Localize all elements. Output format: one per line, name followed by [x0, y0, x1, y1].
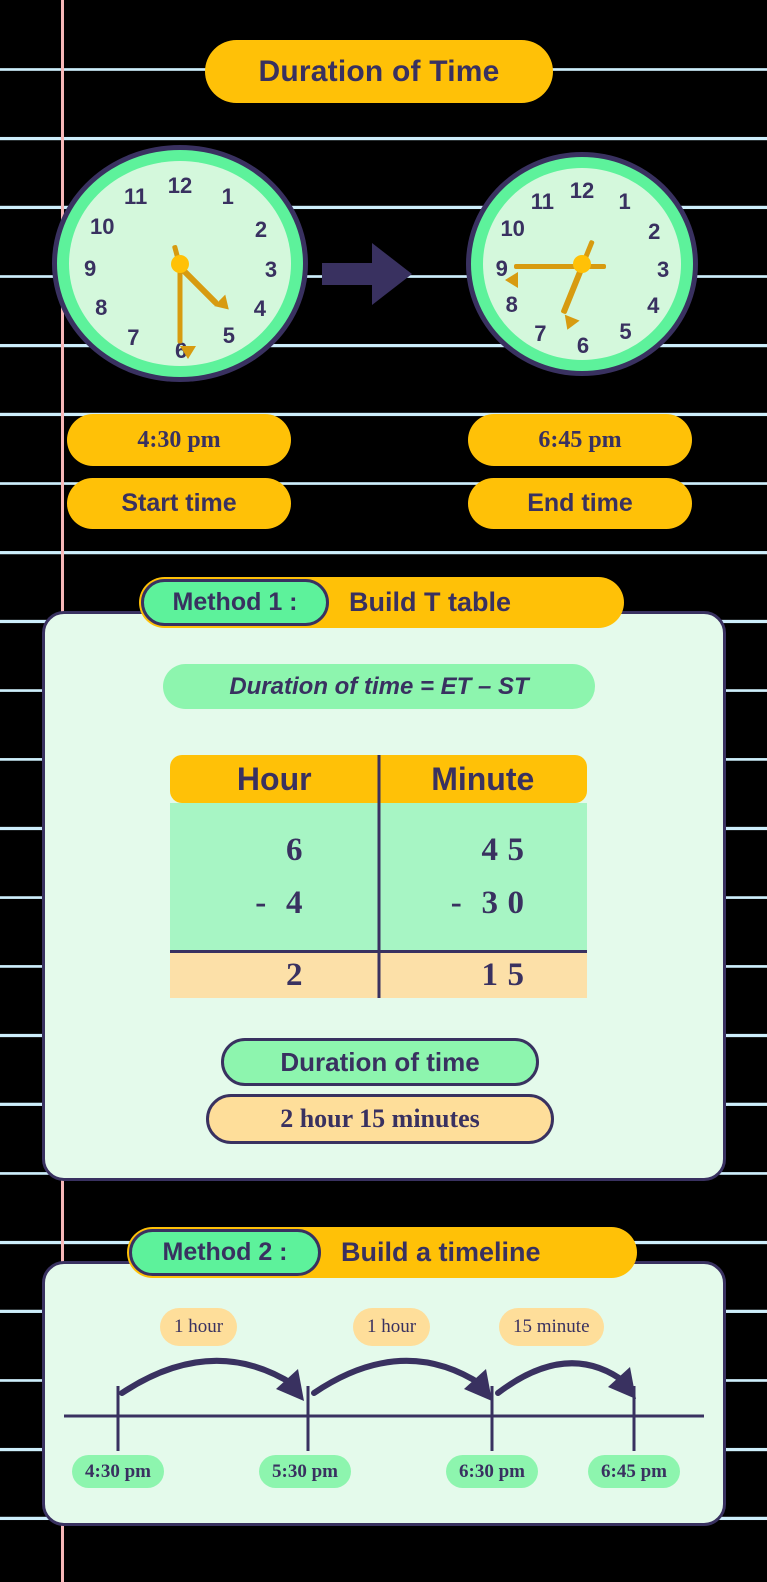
t-table-minute-result: 1 5 [481, 957, 525, 993]
timeline-arc-2 [311, 1358, 485, 1396]
start-clock: 12 1 2 3 4 5 6 7 8 9 10 11 [52, 145, 308, 382]
clock-numeral-5: 5 [222, 323, 235, 349]
clock-face: 12 1 2 3 4 5 6 7 8 9 10 11 [483, 168, 681, 360]
clock-face: 12 1 2 3 4 5 6 7 8 9 10 11 [69, 161, 291, 366]
timeline-tick-label-4: 6:45 pm [588, 1455, 680, 1488]
hour-minuend: 6 [286, 831, 303, 868]
clock-numeral-2: 2 [254, 216, 268, 242]
minute-subtrahend: - 3 0 [450, 884, 524, 921]
end-time-value: 6:45 pm [468, 414, 692, 466]
t-table-minute-column: 4 5 - 3 0 [379, 803, 588, 950]
duration-result-value: 2 hour 15 minutes [206, 1094, 554, 1144]
t-table-hour-result: 2 [286, 957, 303, 993]
clock-numeral-10: 10 [90, 213, 115, 239]
minus-sign: - [450, 884, 462, 921]
timeline-arc-3 [495, 1360, 629, 1396]
t-table-header-hour: Hour [236, 760, 312, 797]
clock-numeral-3: 3 [264, 256, 278, 282]
page-title: Duration of Time [205, 40, 553, 103]
clock-numeral-3: 3 [657, 256, 670, 282]
clock-numeral-11: 11 [530, 188, 555, 214]
right-arrow-icon [322, 243, 412, 305]
end-clock: 12 1 2 3 4 5 6 7 8 9 10 11 [466, 152, 698, 376]
clock-numeral-5: 5 [619, 319, 632, 345]
timeline-tick-label-2: 5:30 pm [259, 1455, 351, 1488]
minute-hand-tip [180, 345, 196, 359]
clock-numeral-7: 7 [127, 325, 140, 351]
timeline-step-label-3: 15 minute [499, 1308, 604, 1346]
timeline-tick-label-1: 4:30 pm [72, 1455, 164, 1488]
timeline-step-label-2: 1 hour [353, 1308, 431, 1346]
duration-formula: Duration of time = ET – ST [163, 664, 595, 709]
clock-numeral-2: 2 [648, 219, 661, 245]
timeline-tick-label-3: 6:30 pm [446, 1455, 538, 1488]
timeline-arc-1 [119, 1358, 297, 1396]
clock-numeral-1: 1 [221, 183, 234, 209]
duration-result-label: Duration of time [221, 1038, 539, 1086]
t-table-header-minute: Minute [431, 760, 535, 797]
clock-numeral-12: 12 [167, 172, 193, 198]
hour-hand [560, 265, 585, 315]
hour-hand-tip [559, 314, 580, 333]
clock-numeral-4: 4 [647, 293, 660, 319]
clock-numeral-1: 1 [618, 188, 631, 214]
clock-numeral-4: 4 [253, 295, 267, 321]
start-time-label: Start time [67, 478, 291, 529]
worksheet-page: Duration of Time 12 1 2 3 4 5 6 7 8 9 10… [0, 0, 767, 1582]
end-time-label: End time [468, 478, 692, 529]
timeline: 1 hour 1 hour 15 minute 4:30 pm 5:30 pm … [42, 1261, 726, 1526]
clock-numeral-6: 6 [576, 332, 590, 358]
minute-hand-tip [505, 272, 518, 288]
t-table-hour-column: 6 - 4 [170, 803, 379, 950]
clock-numeral-8: 8 [95, 294, 108, 320]
minute-minuend: 4 5 [481, 831, 525, 868]
minute-hand [514, 264, 582, 269]
clock-numeral-12: 12 [569, 178, 595, 204]
method-1-chip: Method 1 : [141, 579, 329, 626]
t-table: Hour Minute 6 - 4 4 5 - 3 0 2 1 5 [170, 755, 587, 998]
t-table-vertical-divider [377, 755, 380, 998]
method-1-title: Build T table [349, 587, 511, 617]
clock-numeral-9: 9 [83, 255, 97, 281]
clock-numeral-11: 11 [123, 183, 148, 209]
minus-sign: - [255, 884, 267, 921]
hour-subtrahend: - 4 [255, 884, 303, 921]
hour-hand-tip [213, 294, 235, 315]
clock-numeral-10: 10 [500, 216, 525, 242]
clock-numeral-8: 8 [505, 292, 518, 318]
minute-hand [177, 266, 183, 343]
clock-center-hub [573, 255, 591, 273]
clock-numeral-7: 7 [534, 321, 547, 347]
start-time-value: 4:30 pm [67, 414, 291, 466]
clock-center-hub [171, 254, 189, 273]
timeline-step-label-1: 1 hour [160, 1308, 238, 1346]
method-1-header: Method 1 : Build T table [139, 577, 624, 628]
